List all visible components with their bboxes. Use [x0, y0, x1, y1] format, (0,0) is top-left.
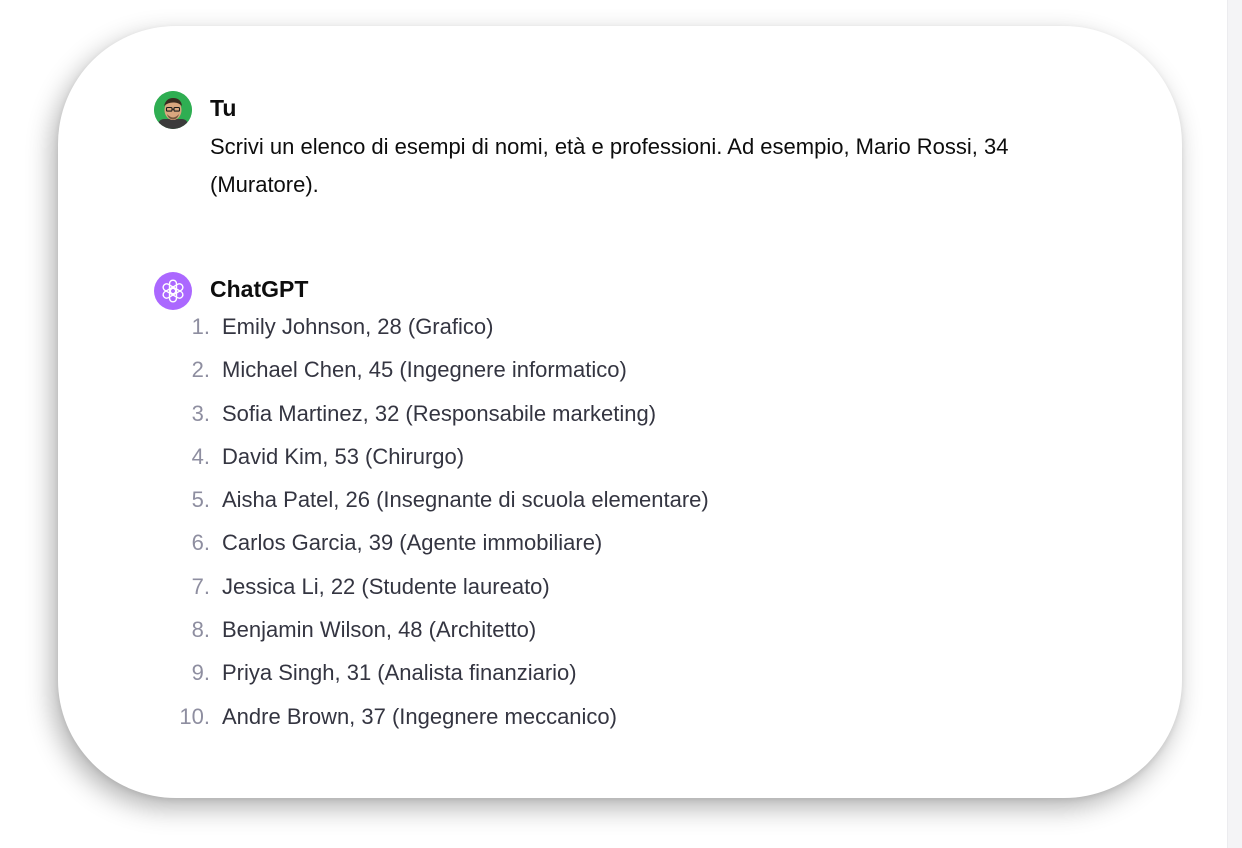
list-item-text: Andre Brown, 37 (Ingegnere meccanico): [222, 703, 617, 729]
list-item: 9. Priya Singh, 31 (Analista finanziario…: [174, 655, 709, 698]
assistant-avatar: [154, 272, 192, 310]
list-item-number: 5.: [191, 487, 210, 513]
list-item-text: Priya Singh, 31 (Analista finanziario): [222, 660, 577, 686]
user-author-name: Tu: [210, 95, 237, 121]
window-edge-strip: [1227, 0, 1242, 848]
list-item-number: 3.: [191, 400, 210, 426]
list-item-number: 1.: [191, 314, 210, 339]
list-item: 3. Sofia Martinez, 32 (Responsabile mark…: [174, 396, 709, 439]
list-item-number: 10.: [179, 703, 210, 729]
list-item-number: 6.: [191, 530, 210, 556]
list-item: 4. David Kim, 53 (Chirurgo): [174, 439, 709, 482]
list-item-text: David Kim, 53 (Chirurgo): [222, 443, 465, 469]
user-message-text: Scrivi un elenco di esempi di nomi, età …: [210, 134, 1009, 197]
list-item-number: 4.: [191, 443, 210, 469]
list-item-number: 8.: [191, 617, 210, 643]
list-item-text: Sofia Martinez, 32 (Responsabile marketi…: [222, 400, 657, 426]
list-item: 2. Michael Chen, 45 (Ingegnere informati…: [174, 352, 709, 395]
list-item: 6. Carlos Garcia, 39 (Agente immobiliare…: [174, 525, 709, 568]
openai-logo-icon: [162, 279, 184, 303]
list-item-text: Aisha Patel, 26 (Insegnante di scuola el…: [222, 487, 709, 513]
user-avatar-photo-icon: [154, 91, 192, 129]
list-item-number: 7.: [191, 573, 210, 599]
answer-list: 1. Emily Johnson, 28 (Grafico) 2. Michae…: [174, 309, 709, 742]
list-item: 7. Jessica Li, 22 (Studente laureato): [174, 569, 709, 612]
list-item-number: 2.: [191, 357, 210, 383]
list-item-text: Emily Johnson, 28 (Grafico): [222, 314, 494, 339]
list-item: 5. Aisha Patel, 26 (Insegnante di scuola…: [174, 482, 709, 525]
chat-card: Tu Scrivi un elenco di esempi di nomi, e…: [58, 26, 1182, 798]
list-item-text: Jessica Li, 22 (Studente laureato): [222, 573, 550, 599]
assistant-author-name: ChatGPT: [210, 276, 309, 302]
list-item-text: Benjamin Wilson, 48 (Architetto): [222, 617, 537, 643]
list-item: 10. Andre Brown, 37 (Ingegnere meccanico…: [174, 699, 709, 742]
user-avatar: [154, 91, 192, 129]
list-item: 8. Benjamin Wilson, 48 (Architetto): [174, 612, 709, 655]
list-item-text: Carlos Garcia, 39 (Agente immobiliare): [222, 530, 603, 556]
list-item-number: 9.: [191, 660, 210, 686]
list-item-text: Michael Chen, 45 (Ingegnere informatico): [222, 357, 627, 383]
list-item: 1. Emily Johnson, 28 (Grafico): [174, 309, 709, 352]
